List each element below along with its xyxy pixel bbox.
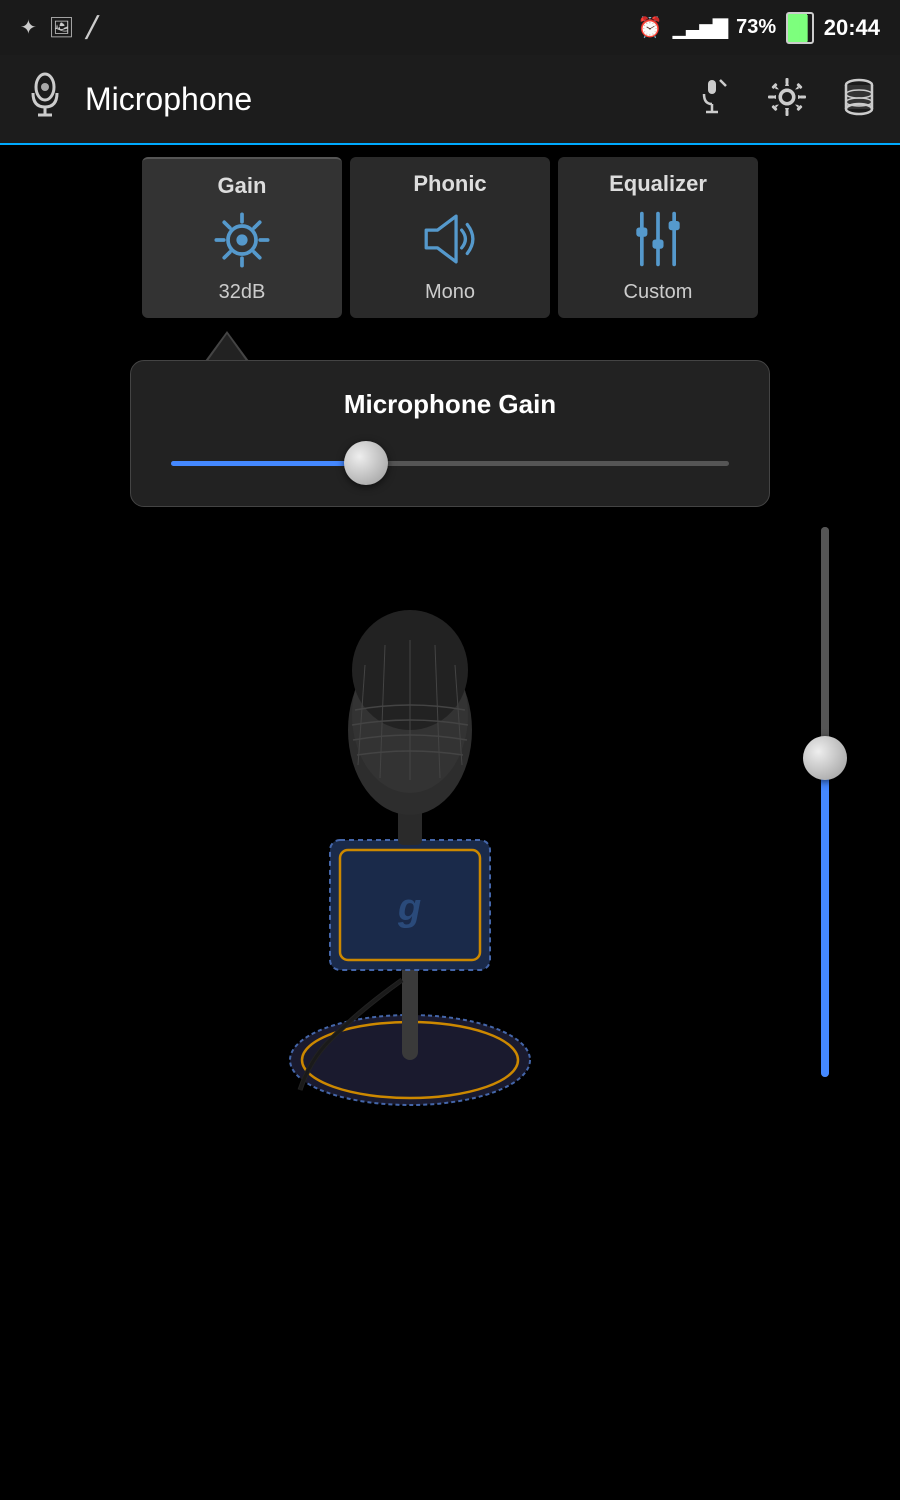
status-right-area: ⏰ ▁▃▅▇ 73% ▐ 20:44 — [638, 12, 880, 44]
notify-icon-3: ╱ — [86, 15, 98, 40]
tab-eq-sublabel: Custom — [624, 281, 693, 304]
mic-illustration: g — [210, 550, 630, 1135]
status-bar: ✦ 🖼 ╱ ⏰ ▁▃▅▇ 73% ▐ 20:44 — [0, 0, 900, 55]
tab-phonic[interactable]: Phonic Mono — [350, 157, 550, 318]
v-slider-fill-bottom — [821, 775, 829, 1078]
battery-icon: ▐ — [786, 12, 814, 44]
app-mic-icon — [20, 69, 70, 129]
tab-phonic-label: Phonic — [413, 171, 486, 197]
gain-panel-outer: Microphone Gain — [0, 330, 900, 507]
app-title-area: Microphone — [20, 69, 694, 129]
gain-panel: Microphone Gain — [130, 360, 770, 507]
panel-arrow — [205, 331, 249, 361]
gain-slider-container[interactable] — [171, 448, 729, 478]
notify-icon-1: ✦ — [20, 15, 37, 40]
notify-icon-2: 🖼 — [49, 15, 74, 40]
tab-equalizer[interactable]: Equalizer Custom — [558, 157, 758, 318]
tabs-row: Gain 32dB Phonic — [0, 145, 900, 318]
tab-phonic-sublabel: Mono — [425, 281, 475, 304]
settings-icon[interactable] — [766, 76, 808, 123]
mic-area: g — [0, 507, 900, 1137]
gain-icon — [207, 205, 277, 275]
v-slider-thumb[interactable] — [803, 736, 847, 780]
phonic-icon — [415, 203, 485, 275]
gain-panel-title: Microphone Gain — [171, 389, 729, 420]
battery-percent: 73% — [736, 16, 776, 39]
app-bar: Microphone — [0, 55, 900, 145]
tab-gain[interactable]: Gain 32dB — [142, 157, 342, 318]
main-content: g — [0, 507, 900, 1137]
app-title-text: Microphone — [85, 81, 252, 118]
v-slider-track — [821, 527, 829, 1077]
svg-text:g: g — [397, 887, 421, 929]
performance-mic-icon[interactable] — [694, 76, 736, 123]
tab-gain-label: Gain — [218, 173, 267, 199]
status-left-icons: ✦ 🖼 ╱ — [20, 15, 98, 40]
padding-area — [0, 1137, 900, 1337]
tab-gain-sublabel: 32dB — [219, 281, 266, 304]
gain-panel-wrapper: Microphone Gain — [130, 330, 770, 507]
gain-slider-track — [171, 461, 729, 466]
signal-icon: ▁▃▅▇ — [673, 15, 727, 40]
tab-eq-label: Equalizer — [609, 171, 707, 197]
equalizer-icon — [628, 203, 688, 275]
volume-vertical-slider[interactable] — [810, 527, 840, 1077]
time-display: 20:44 — [824, 15, 880, 41]
gain-slider-thumb[interactable] — [344, 441, 388, 485]
clock-icon: ⏰ — [638, 15, 663, 40]
gain-slider-fill — [171, 461, 366, 466]
database-icon[interactable] — [838, 76, 880, 123]
app-bar-actions — [694, 76, 880, 123]
